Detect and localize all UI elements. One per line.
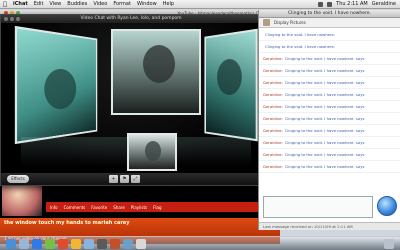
video-chat-window: Video Chat with Ryan Lee, lolo, and pomp… — [0, 14, 262, 186]
safari-icon[interactable] — [32, 238, 42, 249]
photo-booth-icon[interactable] — [58, 238, 68, 249]
chat-window: Clinging to the void. I have nowhere. Di… — [258, 10, 400, 230]
chat-message: Geraldine: Clinging to the void. I have n… — [259, 113, 400, 125]
participant-face — [217, 58, 242, 96]
link-share[interactable]: Share — [113, 205, 125, 210]
chat-title[interactable]: Clinging to the void. I have nowhere. — [259, 10, 400, 18]
chat-status: Last message received on 10/11/09 at 2:1… — [259, 222, 400, 230]
video-caption[interactable]: the window touch my hands to mariah care… — [4, 220, 129, 226]
trash-icon[interactable] — [384, 238, 394, 249]
volume-icon[interactable] — [327, 1, 333, 7]
self-view-preview[interactable] — [127, 133, 177, 171]
link-playlists[interactable]: Playlists — [131, 205, 147, 210]
wifi-icon[interactable] — [318, 1, 324, 7]
firefox-icon[interactable] — [110, 238, 120, 249]
chat-message: Clinging to the void. I have nowhere. — [259, 29, 400, 41]
effects-button[interactable]: Effects — [7, 175, 29, 183]
message-input[interactable] — [263, 196, 373, 218]
menu-format[interactable]: Format — [110, 1, 134, 7]
chat-message: Geraldine: Clinging to the void. I have n… — [259, 125, 400, 137]
finder-icon[interactable] — [6, 238, 16, 249]
add-participant-button[interactable]: + — [109, 175, 118, 183]
video-chat-title: Video Chat with Ryan Lee, lolo, and pomp… — [80, 16, 182, 21]
video-stage — [1, 23, 261, 175]
youtube-action-links: Info Comments Favorite Share Playlists F… — [46, 202, 264, 212]
video-chat-titlebar[interactable]: Video Chat with Ryan Lee, lolo, and pomp… — [1, 15, 261, 23]
vc-zoom-icon[interactable] — [16, 17, 20, 21]
mute-button[interactable]: ⚑ — [120, 175, 129, 183]
vc-minimize-icon[interactable] — [10, 17, 14, 21]
self-face — [145, 141, 161, 161]
terminal-icon[interactable] — [97, 238, 107, 249]
link-flag[interactable]: Flag — [153, 205, 161, 210]
menu-buddies[interactable]: Buddies — [64, 1, 90, 7]
vc-close-icon[interactable] — [4, 17, 8, 21]
menu-user[interactable]: Geraldine — [372, 1, 396, 7]
apple-menu-icon[interactable]:  — [0, 1, 10, 8]
video-chat-toolbar: Effects + ⚑ ⤢ — [1, 173, 261, 185]
menu-clock[interactable]: Thu 2:11 AM — [336, 1, 368, 7]
participant-video-center[interactable] — [111, 29, 201, 115]
chat-message: Geraldine: Clinging to the void. I have n… — [259, 89, 400, 101]
participant-face — [44, 68, 77, 111]
menu-items: iChat Edit View Buddies Video Format Win… — [10, 1, 177, 7]
ichat-icon[interactable] — [45, 238, 55, 249]
menu-bar:  iChat Edit View Buddies Video Format W… — [0, 0, 400, 9]
mail-icon[interactable] — [84, 238, 94, 249]
system-preferences-icon[interactable] — [19, 238, 29, 249]
app-icon[interactable] — [123, 238, 133, 249]
document-icon[interactable] — [136, 238, 146, 249]
chat-message: Geraldine: Clinging to the void. I have n… — [259, 77, 400, 89]
itunes-icon[interactable] — [71, 238, 81, 249]
participant-video-left[interactable] — [14, 25, 98, 145]
menu-ichat[interactable]: iChat — [10, 1, 31, 7]
link-info[interactable]: Info — [50, 205, 58, 210]
menu-video[interactable]: Video — [90, 1, 110, 7]
menu-extras: Thu 2:11 AM Geraldine — [318, 1, 400, 7]
participant-video-right[interactable] — [204, 28, 258, 142]
link-favorite[interactable]: Favorite — [91, 205, 107, 210]
fullscreen-button[interactable]: ⤢ — [131, 175, 140, 183]
menu-view[interactable]: View — [46, 1, 64, 7]
buddy-avatar[interactable] — [263, 19, 270, 26]
chat-message: Geraldine: Clinging to the void. I have n… — [259, 65, 400, 77]
participant-face — [143, 45, 175, 83]
menu-edit[interactable]: Edit — [31, 1, 47, 7]
chat-message: Geraldine: Clinging to the void. I have n… — [259, 149, 400, 161]
menu-window[interactable]: Window — [134, 1, 160, 7]
chat-message: Geraldine: Clinging to the void. I have n… — [259, 137, 400, 149]
dock — [0, 236, 400, 250]
chat-message: Geraldine: Clinging to the void. I have n… — [259, 161, 400, 173]
video-controls: + ⚑ ⤢ — [109, 175, 140, 183]
message-list[interactable]: Clinging to the void. I have nowhere. Cl… — [259, 29, 400, 197]
video-chat-window-controls — [4, 17, 20, 21]
menu-help[interactable]: Help — [160, 1, 177, 7]
send-icon[interactable] — [377, 196, 397, 216]
chat-message: Geraldine: Clinging to the void. I have n… — [259, 101, 400, 113]
chat-message: Clinging to the void. I have nowhere. — [259, 41, 400, 53]
display-pictures-label[interactable]: Display Pictures — [274, 20, 306, 25]
link-comments[interactable]: Comments — [64, 205, 86, 210]
chat-header: Display Pictures — [259, 18, 400, 28]
chat-message: Geraldine: Clinging to the void. I have n… — [259, 53, 400, 65]
